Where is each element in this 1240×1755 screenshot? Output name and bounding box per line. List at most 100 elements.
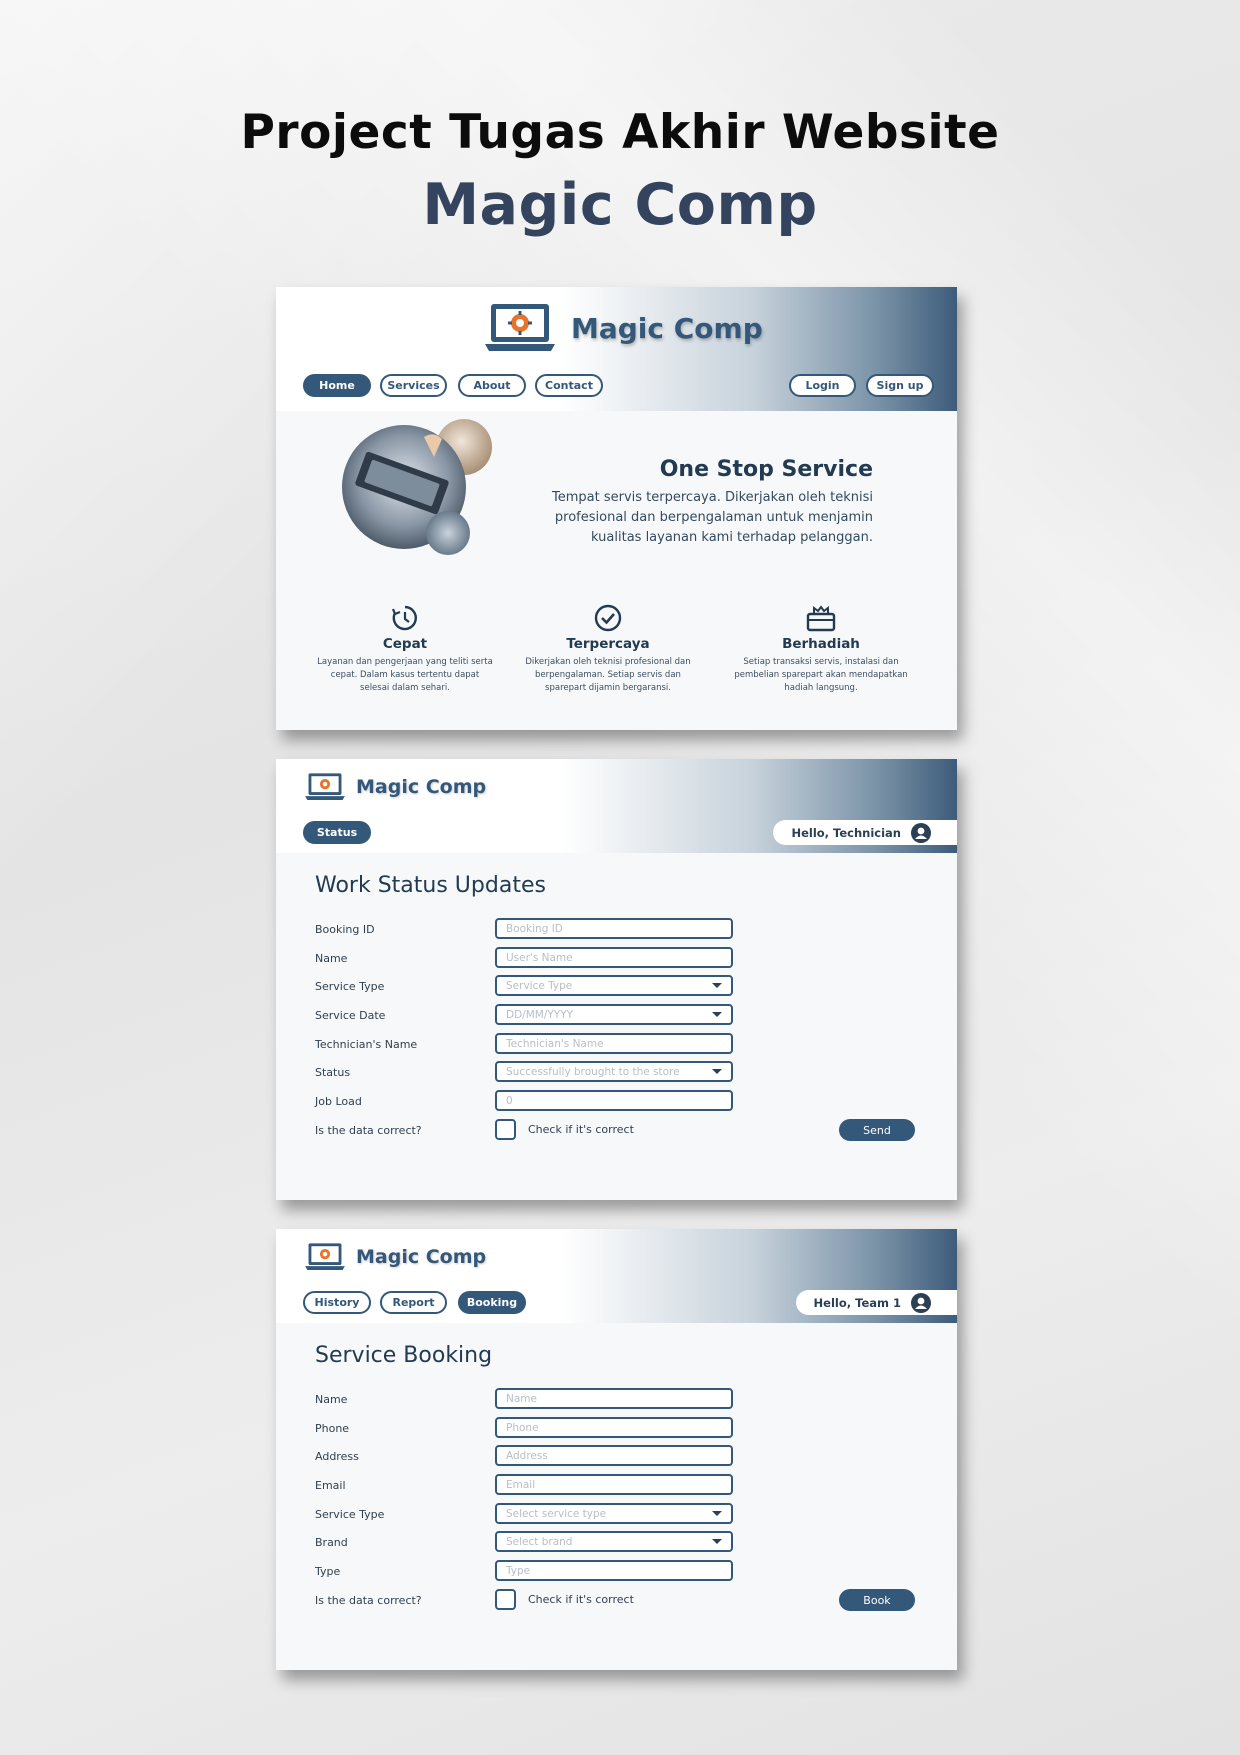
send-button[interactable]: Send [839, 1119, 915, 1141]
select-value: Select service type [506, 1507, 607, 1520]
checkbox-label: Check if it's correct [528, 1593, 634, 1606]
form-row-booking-id: Booking ID Booking ID [315, 918, 733, 940]
field-label: Status [315, 1065, 351, 1079]
nav-contact[interactable]: Contact [535, 374, 603, 397]
feature-text: Setiap transaksi servis, instalasi dan p… [734, 657, 908, 693]
feature-title: Cepat [382, 636, 428, 652]
logo[interactable]: Magic Comp [304, 1241, 486, 1273]
field-label: Name [315, 1392, 348, 1406]
header: Magic Comp Status Hello, Technician [276, 759, 957, 853]
login-button[interactable]: Login [789, 374, 856, 397]
status-select[interactable]: Successfully brought to the store [495, 1061, 733, 1082]
logo[interactable]: Magic Comp [483, 302, 763, 354]
type-input[interactable]: Type [495, 1560, 733, 1581]
field-label: Name [315, 951, 348, 965]
select-value: Select brand [506, 1535, 573, 1548]
booking-page-mockup: Magic Comp History Report Booking Hello,… [276, 1229, 957, 1670]
user-greeting[interactable]: Hello, Technician [773, 820, 957, 845]
brand-name: Magic Comp [356, 776, 487, 798]
field-label: Is the data correct? [315, 1593, 422, 1607]
header: Magic Comp Home Services About Contact L… [276, 287, 957, 411]
chevron-down-icon [712, 1539, 722, 1544]
form-row-service-type: Service Type Service Type [315, 975, 733, 997]
chevron-down-icon [712, 983, 722, 988]
feature-cepat: Cepat Layanan dan pengerjaan yang teliti… [315, 603, 495, 695]
form-row-phone: Phone Phone [315, 1417, 733, 1439]
nav-services[interactable]: Services [380, 374, 447, 397]
greeting-text: Hello, Technician [791, 825, 901, 840]
confirm-checkbox[interactable] [495, 1119, 516, 1140]
logo[interactable]: Magic Comp [304, 771, 486, 803]
greeting-text: Hello, Team 1 [813, 1295, 901, 1310]
feature-berhadiah: Berhadiah Setiap transaksi servis, insta… [731, 603, 911, 695]
laptop-gear-icon [305, 1243, 345, 1271]
field-label: Address [315, 1449, 359, 1463]
status-page-mockup: Magic Comp Status Hello, Technician Work… [276, 759, 957, 1200]
brand-select[interactable]: Select brand [495, 1531, 733, 1552]
phone-input[interactable]: Phone [495, 1417, 733, 1438]
field-label: Service Date [315, 1008, 386, 1022]
field-label: Service Type [315, 1507, 385, 1521]
name-input[interactable]: User's Name [495, 947, 733, 968]
poster-subtitle: Magic Comp [422, 172, 818, 238]
confirm-checkbox[interactable] [495, 1589, 516, 1610]
brand-name: Magic Comp [356, 1246, 487, 1268]
laptop-gear-icon [305, 773, 345, 801]
chevron-down-icon [712, 1069, 722, 1074]
book-button[interactable]: Book [839, 1589, 915, 1611]
field-label: Technician's Name [315, 1037, 418, 1051]
field-label: Is the data correct? [315, 1123, 422, 1137]
chevron-down-icon [712, 1511, 722, 1516]
form-row-address: Address Address [315, 1445, 733, 1467]
chevron-down-icon [712, 1012, 722, 1017]
hero-description: Tempat servis terpercaya. Dikerjakan ole… [552, 490, 873, 545]
name-input[interactable]: Name [495, 1388, 733, 1409]
user-avatar-icon [911, 822, 931, 843]
tab-status[interactable]: Status [303, 821, 371, 844]
form-row-service-type: Service Type Select service type [315, 1503, 733, 1525]
tab-history[interactable]: History [303, 1291, 371, 1314]
brand-name: Magic Comp [571, 311, 763, 345]
feature-title: Berhadiah [782, 636, 860, 652]
form-row-job-load: Job Load 0 [315, 1090, 733, 1112]
select-value: Successfully brought to the store [506, 1065, 680, 1078]
nav-about[interactable]: About [458, 374, 526, 397]
tab-report[interactable]: Report [380, 1291, 447, 1314]
page-title: Work Status Updates [315, 873, 546, 898]
laptop-gear-icon [485, 304, 555, 351]
user-greeting[interactable]: Hello, Team 1 [795, 1290, 957, 1315]
form-row-confirm: Is the data correct? Check if it's corre… [315, 1589, 915, 1611]
job-load-input[interactable]: 0 [495, 1090, 733, 1111]
address-input[interactable]: Address [495, 1445, 733, 1466]
technician-name-input[interactable]: Technician's Name [495, 1033, 733, 1054]
field-label: Type [315, 1564, 341, 1578]
email-input[interactable]: Email [495, 1474, 733, 1495]
poster-title: Project Tugas Akhir Website [240, 105, 1000, 160]
booking-id-input[interactable]: Booking ID [495, 918, 733, 939]
feature-title: Terpercaya [566, 636, 650, 652]
form-row-technician: Technician's Name Technician's Name [315, 1033, 733, 1055]
field-label: Service Type [315, 979, 385, 993]
select-value: Service Type [506, 979, 573, 992]
landing-page-mockup: Magic Comp Home Services About Contact L… [276, 287, 957, 730]
select-value: DD/MM/YYYY [506, 1008, 574, 1021]
service-type-select[interactable]: Select service type [495, 1503, 733, 1524]
feature-text: Dikerjakan oleh teknisi profesional dan … [525, 657, 691, 693]
nav-home[interactable]: Home [303, 374, 371, 397]
form-row-confirm: Is the data correct? Check if it's corre… [315, 1119, 915, 1141]
page-title: Service Booking [315, 1343, 493, 1368]
form-row-name: Name Name [315, 1388, 733, 1410]
feature-text: Layanan dan pengerjaan yang teliti serta… [317, 657, 493, 693]
signup-button[interactable]: Sign up [866, 374, 934, 397]
service-date-select[interactable]: DD/MM/YYYY [495, 1004, 733, 1025]
form-row-service-date: Service Date DD/MM/YYYY [315, 1004, 733, 1026]
field-label: Email [315, 1478, 346, 1492]
form-row-email: Email Email [315, 1474, 733, 1496]
form-row-name: Name User's Name [315, 947, 733, 969]
tab-booking[interactable]: Booking [458, 1291, 526, 1314]
check-circle-icon [594, 604, 622, 632]
service-type-select[interactable]: Service Type [495, 975, 733, 996]
field-label: Phone [315, 1421, 350, 1435]
form-row-type: Type Type [315, 1560, 733, 1582]
feature-terpercaya: Terpercaya Dikerjakan oleh teknisi profe… [518, 603, 698, 695]
